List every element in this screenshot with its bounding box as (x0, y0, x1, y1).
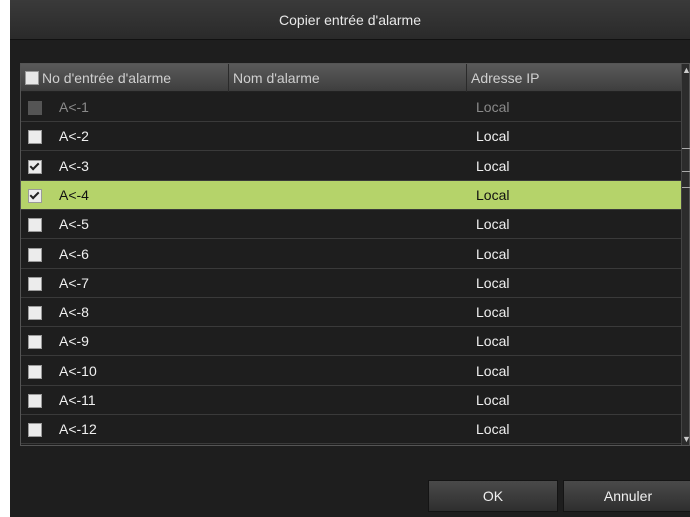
row-checkbox[interactable] (28, 306, 42, 321)
header-alarm-input-no: No d'entrée d'alarme (21, 64, 229, 92)
dialog-title: Copier entrée d'alarme (10, 0, 690, 40)
ip-address: Local (476, 157, 510, 174)
ip-address: Local (476, 245, 510, 262)
ip-address: Local (476, 99, 510, 115)
alarm-input-number: A<-3 (59, 157, 89, 174)
alarm-input-number: A<-5 (59, 216, 89, 233)
ip-address: Local (476, 216, 510, 233)
table-row[interactable]: A<-11 Local (21, 386, 681, 415)
scroll-tick (682, 171, 690, 172)
row-checkbox[interactable] (28, 364, 42, 379)
table-row[interactable]: A<-4 Local (21, 180, 681, 210)
table-row[interactable]: A<-9 Local (21, 327, 681, 357)
table-row[interactable]: A<-12 Local (21, 415, 681, 445)
alarm-input-number: A<-6 (59, 245, 89, 262)
table-row[interactable]: A<-1 Local (21, 93, 681, 122)
ip-address: Local (476, 421, 510, 438)
row-checkbox[interactable] (28, 188, 42, 203)
alarm-input-number: A<-11 (59, 392, 96, 408)
scroll-up-icon[interactable]: ▲ (682, 64, 690, 76)
header-alarm-input-no-label: No d'entrée d'alarme (42, 70, 172, 86)
alarm-input-number: A<-7 (59, 274, 89, 291)
alarm-input-number: A<-12 (59, 421, 97, 438)
table-row[interactable]: A<-2 Local (21, 122, 681, 152)
table-row[interactable]: A<-7 Local (21, 269, 681, 298)
scroll-down-icon[interactable]: ▼ (682, 433, 690, 445)
row-checkbox[interactable] (28, 159, 42, 174)
row-checkbox[interactable] (28, 335, 42, 350)
row-checkbox[interactable] (28, 247, 42, 262)
ip-address: Local (476, 274, 510, 291)
alarm-input-number: A<-2 (59, 128, 89, 145)
row-checkbox[interactable] (28, 394, 42, 408)
row-checkbox (28, 101, 42, 115)
row-checkbox[interactable] (28, 130, 42, 145)
vertical-scrollbar[interactable]: ▲ ▼ (681, 64, 690, 445)
ip-address: Local (476, 392, 510, 408)
scroll-tick (682, 148, 690, 149)
ip-address: Local (476, 362, 510, 379)
alarm-input-number: A<-8 (59, 304, 89, 321)
row-checkbox[interactable] (28, 423, 42, 438)
table-row[interactable]: A<-5 Local (21, 210, 681, 240)
table-row[interactable]: A<-3 Local (21, 152, 681, 181)
table-header: No d'entrée d'alarme Nom d'alarme Adress… (21, 64, 681, 92)
header-alarm-name[interactable]: Nom d'alarme (229, 64, 467, 92)
alarm-input-number: A<-4 (59, 186, 89, 203)
ip-address: Local (476, 304, 510, 321)
scroll-tick (682, 187, 690, 188)
row-checkbox[interactable] (28, 218, 42, 233)
ip-address: Local (476, 333, 510, 350)
checkmark-icon (29, 189, 40, 200)
header-ip-address[interactable]: Adresse IP (467, 64, 681, 92)
ip-address: Local (476, 128, 510, 145)
copy-alarm-input-dialog: Copier entrée d'alarme No d'entrée d'ala… (10, 0, 690, 517)
table-row[interactable]: A<-10 Local (21, 357, 681, 386)
alarm-input-number: A<-10 (59, 362, 97, 379)
table-row[interactable]: A<-8 Local (21, 298, 681, 328)
checkmark-icon (29, 160, 40, 171)
alarm-input-number: A<-9 (59, 333, 89, 350)
alarm-input-table: No d'entrée d'alarme Nom d'alarme Adress… (20, 63, 690, 446)
ip-address: Local (476, 186, 510, 203)
select-all-checkbox[interactable] (25, 71, 39, 85)
table-row[interactable]: A<-6 Local (21, 240, 681, 269)
cancel-button[interactable]: Annuler (563, 480, 690, 512)
ok-button[interactable]: OK (428, 480, 558, 512)
alarm-input-number: A<-1 (59, 99, 89, 115)
row-checkbox[interactable] (28, 276, 42, 291)
